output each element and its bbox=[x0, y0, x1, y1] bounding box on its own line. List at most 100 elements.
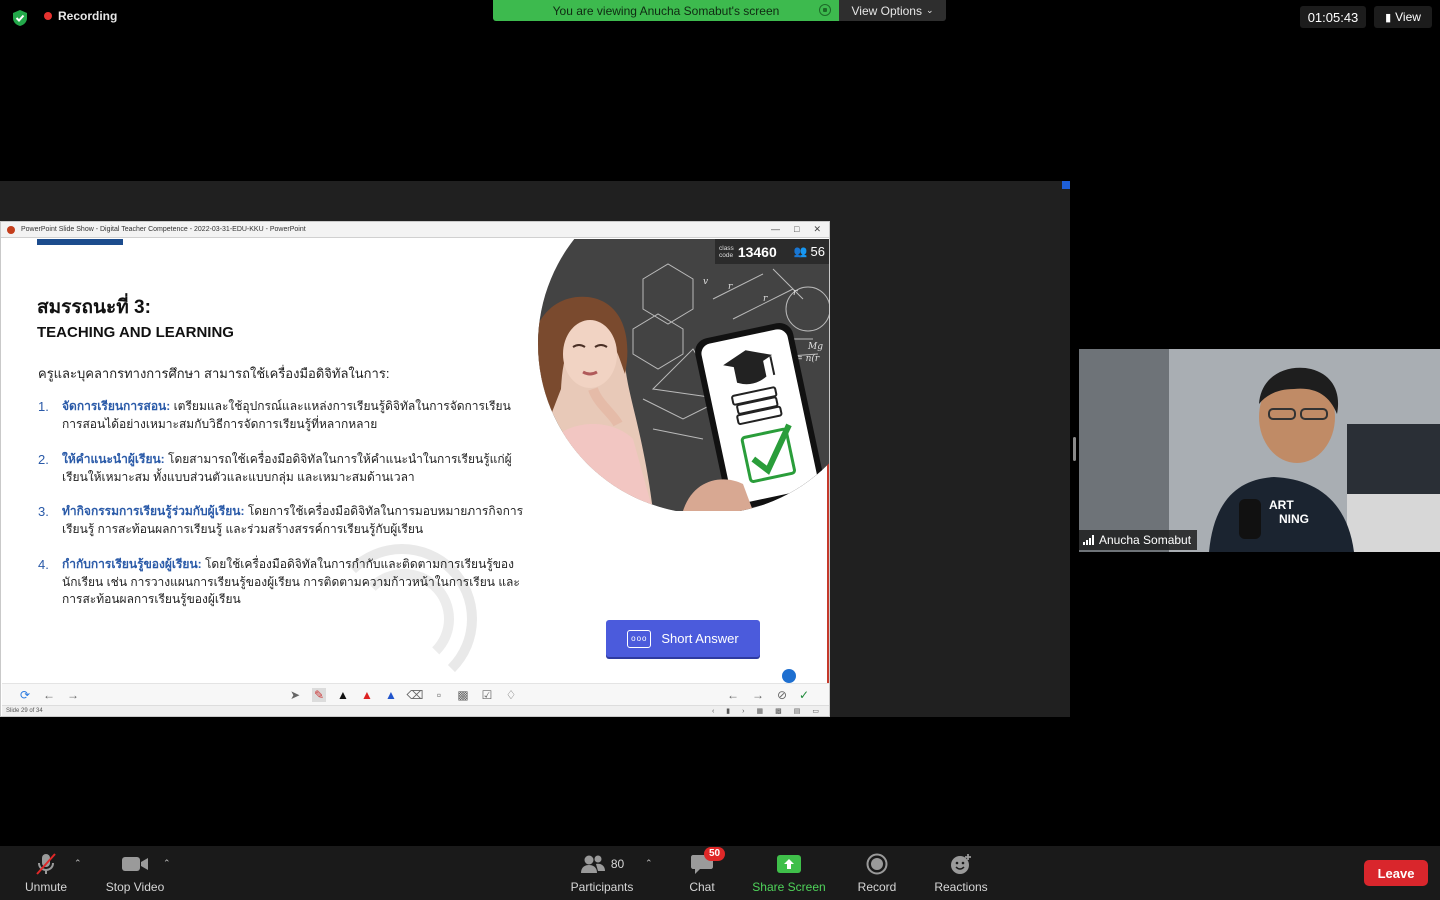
svg-text:NING: NING bbox=[1279, 512, 1309, 526]
whiteboard-icon[interactable]: ▫ bbox=[432, 688, 446, 702]
svg-text:ART: ART bbox=[1269, 498, 1294, 512]
list-item-number: 4. bbox=[38, 557, 49, 572]
pen-black-icon[interactable]: ▲ bbox=[336, 688, 350, 702]
list-item-heading: ให้คำแนะนำผู้เรียน: bbox=[62, 452, 165, 466]
list-item: 1. จัดการเรียนการสอน: เตรียมและใช้อุปกรณ… bbox=[38, 398, 528, 433]
powerpoint-icon bbox=[7, 225, 15, 234]
confirm-check-icon[interactable] bbox=[782, 669, 796, 683]
participants-icon bbox=[580, 855, 605, 873]
audio-options-caret-icon[interactable]: ⌃ bbox=[74, 858, 82, 869]
reactions-smiley-icon bbox=[951, 854, 971, 874]
pen-red-icon[interactable]: ▲ bbox=[360, 688, 374, 702]
trophy-icon[interactable]: ♢ bbox=[504, 688, 518, 702]
chat-bubble-icon: ooo bbox=[627, 629, 652, 648]
list-item: 4. กำกับการเรียนรู้ของผู้เรียน: โดยใช้เค… bbox=[38, 556, 528, 609]
list-item: 2. ให้คำแนะนำผู้เรียน: โดยสามารถใช้เครื่… bbox=[38, 451, 528, 486]
next-slide-icon[interactable]: → bbox=[751, 688, 765, 702]
audience-count: 👥 56 bbox=[794, 244, 825, 259]
leave-button[interactable]: Leave bbox=[1364, 860, 1428, 886]
prev-slide-icon[interactable]: ← bbox=[726, 688, 740, 702]
minimize-icon[interactable]: — bbox=[771, 224, 780, 235]
class-code-label: class bbox=[719, 244, 734, 252]
recording-indicator[interactable]: Recording bbox=[44, 9, 117, 23]
participant-video-feed: ART NING bbox=[1079, 349, 1440, 552]
viewing-banner-text: You are viewing Anucha Somabut's screen bbox=[552, 3, 780, 18]
refresh-icon[interactable]: ⟳ bbox=[18, 688, 32, 702]
quiz-icon[interactable]: ☑ bbox=[480, 688, 494, 702]
pointer-icon[interactable]: ➤ bbox=[288, 688, 302, 702]
status-next-icon[interactable]: › bbox=[742, 706, 744, 717]
share-screen-button[interactable]: Share Screen bbox=[749, 851, 829, 894]
short-answer-button[interactable]: ooo Short Answer bbox=[606, 620, 760, 657]
status-notes-icon[interactable]: ▮ bbox=[726, 706, 730, 717]
recording-dot-icon bbox=[44, 12, 52, 20]
maximize-icon[interactable]: □ bbox=[794, 224, 799, 235]
normal-view-icon[interactable]: ▦ bbox=[757, 706, 764, 717]
reactions-button[interactable]: Reactions bbox=[930, 851, 992, 894]
stop-viewing-icon[interactable] bbox=[819, 4, 831, 16]
list-item-heading: กำกับการเรียนรู้ของผู้เรียน: bbox=[62, 557, 202, 571]
close-icon[interactable]: ✕ bbox=[813, 224, 821, 235]
svg-text:r: r bbox=[793, 288, 798, 298]
chevron-down-icon: ⌄ bbox=[925, 5, 934, 15]
powerpoint-slideshow-window: PowerPoint Slide Show - Digital Teacher … bbox=[0, 221, 830, 717]
participant-name-tag: Anucha Somabut bbox=[1079, 530, 1198, 550]
bar-chart-icon[interactable]: ▩ bbox=[456, 688, 470, 702]
short-answer-label: Short Answer bbox=[661, 631, 739, 646]
participants-count: 80 bbox=[610, 857, 625, 871]
record-button[interactable]: Record bbox=[855, 851, 899, 894]
slide-subtitle: TEACHING AND LEARNING bbox=[37, 324, 234, 341]
view-options-button[interactable]: View Options ⌄ bbox=[839, 0, 946, 21]
svg-text:r: r bbox=[728, 282, 733, 292]
participants-button[interactable]: 80 Participants bbox=[566, 851, 638, 894]
list-item: 3. ทำกิจกรรมการเรียนรู้ร่วมกับผู้เรียน: … bbox=[38, 503, 528, 538]
svg-text:v: v bbox=[703, 277, 708, 287]
unmute-button[interactable]: Unmute bbox=[22, 851, 70, 894]
reading-view-icon[interactable]: ▤ bbox=[794, 706, 801, 717]
hide-icon[interactable]: ⊘ bbox=[775, 688, 789, 702]
back-arrow-icon[interactable]: ← bbox=[42, 688, 56, 702]
slide-intro: ครูและบุคลากรทางการศึกษา สามารถใช้เครื่อ… bbox=[38, 366, 390, 381]
shield-icon[interactable] bbox=[11, 9, 29, 27]
teacher-phone-illustration: rv rr rMg -(r) = n(r bbox=[538, 239, 829, 511]
svg-text:r: r bbox=[763, 294, 768, 304]
ppt-titlebar: PowerPoint Slide Show - Digital Teacher … bbox=[1, 222, 829, 238]
split-resize-handle[interactable] bbox=[1073, 437, 1076, 461]
video-options-caret-icon[interactable]: ⌃ bbox=[163, 858, 171, 869]
sorter-view-icon[interactable]: ▩ bbox=[775, 706, 782, 717]
view-options-label: View Options bbox=[851, 3, 922, 18]
meeting-timer: 01:05:43 bbox=[1300, 6, 1366, 28]
check-icon[interactable]: ✓ bbox=[797, 688, 811, 702]
chat-unread-badge: 50 bbox=[704, 847, 726, 861]
participant-name: Anucha Somabut bbox=[1099, 533, 1192, 547]
microphone-muted-icon bbox=[36, 853, 56, 875]
record-label: Record bbox=[857, 880, 897, 894]
signal-strength-icon bbox=[1083, 535, 1094, 545]
recording-label: Recording bbox=[58, 9, 118, 23]
pen-blue-icon[interactable]: ▲ bbox=[384, 688, 398, 702]
slide-accent-bar bbox=[37, 239, 123, 245]
svg-text:Mg: Mg bbox=[807, 342, 823, 352]
list-item-number: 1. bbox=[38, 399, 49, 414]
stop-video-button[interactable]: Stop Video bbox=[102, 851, 168, 894]
view-button[interactable]: ▮ View bbox=[1374, 6, 1432, 28]
zoom-meeting-window: Recording You are viewing Anucha Somabut… bbox=[0, 0, 1440, 900]
slideshow-toolbar: ⟳ ← → ➤ ✎ ▲ ▲ ▲ ⌫ ▫ ▩ ☑ ♢ ← → ⊘ ✓ bbox=[2, 683, 829, 705]
participant-video-tile[interactable]: ART NING Anucha Somabut bbox=[1079, 349, 1440, 552]
eraser-icon[interactable]: ⌫ bbox=[407, 688, 424, 702]
viewing-screen-banner: You are viewing Anucha Somabut's screen bbox=[493, 0, 839, 21]
class-code-label-2: code bbox=[719, 251, 734, 259]
forward-arrow-icon[interactable]: → bbox=[66, 688, 80, 702]
list-item-heading: จัดการเรียนการสอน: bbox=[62, 399, 171, 413]
class-code-badge: class code 13460 👥 56 bbox=[715, 239, 829, 264]
slideshow-view-icon[interactable]: ▭ bbox=[812, 706, 819, 717]
share-corner-marker bbox=[1062, 181, 1070, 189]
ppt-status-bar: Slide 29 of 34 ‹ ▮ › ▦ ▩ ▤ ▭ bbox=[2, 705, 829, 716]
participants-caret-icon[interactable]: ⌃ bbox=[645, 858, 653, 869]
share-screen-icon bbox=[777, 855, 801, 873]
laser-pen-icon[interactable]: ✎ bbox=[312, 688, 326, 702]
chat-button[interactable]: 50 Chat bbox=[684, 847, 726, 894]
unmute-label: Unmute bbox=[24, 880, 68, 894]
audience-count-value: 56 bbox=[810, 244, 825, 259]
status-prev-icon[interactable]: ‹ bbox=[712, 706, 714, 717]
